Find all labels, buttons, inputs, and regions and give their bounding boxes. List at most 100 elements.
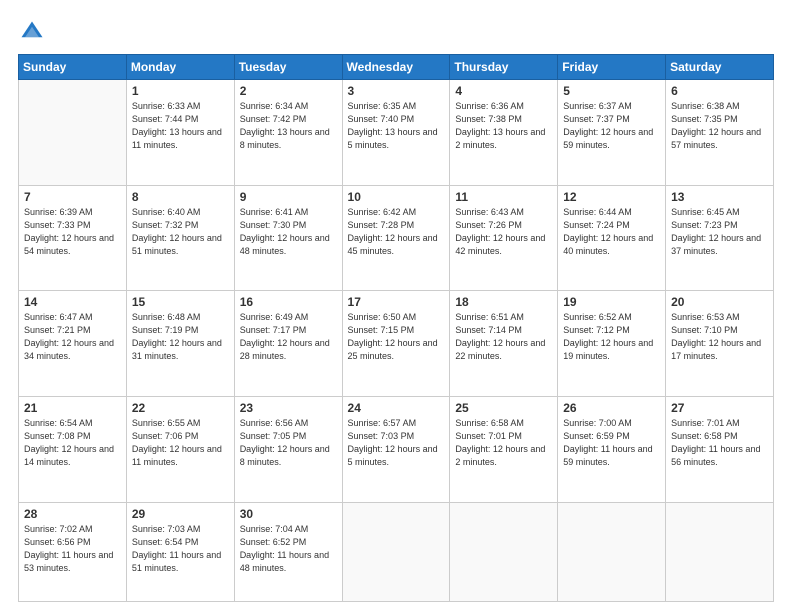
- day-number: 15: [132, 295, 229, 309]
- day-number: 21: [24, 401, 121, 415]
- day-number: 22: [132, 401, 229, 415]
- calendar-cell: 13Sunrise: 6:45 AMSunset: 7:23 PMDayligh…: [666, 185, 774, 291]
- day-info: Sunrise: 6:47 AMSunset: 7:21 PMDaylight:…: [24, 311, 121, 363]
- calendar-cell: 1 Sunrise: 6:33 AMSunset: 7:44 PMDaylight…: [126, 80, 234, 186]
- day-info: Sunrise: 6:56 AMSunset: 7:05 PMDaylight:…: [240, 417, 337, 469]
- calendar-cell: 18Sunrise: 6:51 AMSunset: 7:14 PMDayligh…: [450, 291, 558, 397]
- calendar-cell: 25 Sunrise: 6:58 AMSunset: 7:01 PMDayligh…: [450, 396, 558, 502]
- day-info: Sunrise: 6:49 AMSunset: 7:17 PMDaylight:…: [240, 311, 337, 363]
- weekday-header-sunday: Sunday: [19, 55, 127, 80]
- week-row-2: 7Sunrise: 6:39 AMSunset: 7:33 PMDaylight…: [19, 185, 774, 291]
- day-info: Sunrise: 6:48 AMSunset: 7:19 PMDaylight:…: [132, 311, 229, 363]
- day-number: 29: [132, 507, 229, 521]
- calendar-cell: 20 Sunrise: 6:53 AMSunset: 7:10 PMDayligh…: [666, 291, 774, 397]
- calendar-cell: 29Sunrise: 7:03 AMSunset: 6:54 PMDayligh…: [126, 502, 234, 602]
- calendar-cell: 5 Sunrise: 6:37 AMSunset: 7:37 PMDaylight…: [558, 80, 666, 186]
- calendar-cell: 3 Sunrise: 6:35 AMSunset: 7:40 PMDaylight…: [342, 80, 450, 186]
- day-info: Sunrise: 6:57 AMSunset: 7:03 PMDaylight:…: [348, 417, 445, 469]
- day-number: 30: [240, 507, 337, 521]
- day-info: Sunrise: 6:36 AMSunset: 7:38 PMDaylight:…: [455, 100, 552, 152]
- day-number: 27: [671, 401, 768, 415]
- day-info: Sunrise: 6:33 AMSunset: 7:44 PMDaylight:…: [132, 100, 229, 152]
- week-row-1: 1 Sunrise: 6:33 AMSunset: 7:44 PMDaylight…: [19, 80, 774, 186]
- calendar-cell: 26 Sunrise: 7:00 AMSunset: 6:59 PMDayligh…: [558, 396, 666, 502]
- day-number: 24: [348, 401, 445, 415]
- calendar-cell: [558, 502, 666, 602]
- day-number: 3: [348, 84, 445, 98]
- calendar-cell: 21 Sunrise: 6:54 AMSunset: 7:08 PMDayligh…: [19, 396, 127, 502]
- calendar-cell: 4 Sunrise: 6:36 AMSunset: 7:38 PMDaylight…: [450, 80, 558, 186]
- day-info: Sunrise: 6:50 AMSunset: 7:15 PMDaylight:…: [348, 311, 445, 363]
- day-number: 19: [563, 295, 660, 309]
- calendar-cell: 11Sunrise: 6:43 AMSunset: 7:26 PMDayligh…: [450, 185, 558, 291]
- day-info: Sunrise: 6:54 AMSunset: 7:08 PMDaylight:…: [24, 417, 121, 469]
- day-number: 2: [240, 84, 337, 98]
- day-number: 13: [671, 190, 768, 204]
- calendar: SundayMondayTuesdayWednesdayThursdayFrid…: [18, 54, 774, 602]
- day-number: 26: [563, 401, 660, 415]
- day-number: 17: [348, 295, 445, 309]
- calendar-cell: 15 Sunrise: 6:48 AMSunset: 7:19 PMDayligh…: [126, 291, 234, 397]
- calendar-cell: 22Sunrise: 6:55 AMSunset: 7:06 PMDayligh…: [126, 396, 234, 502]
- day-number: 20: [671, 295, 768, 309]
- day-number: 8: [132, 190, 229, 204]
- weekday-header-saturday: Saturday: [666, 55, 774, 80]
- day-info: Sunrise: 6:58 AMSunset: 7:01 PMDaylight:…: [455, 417, 552, 469]
- day-info: Sunrise: 7:00 AMSunset: 6:59 PMDaylight:…: [563, 417, 660, 469]
- day-info: Sunrise: 6:42 AMSunset: 7:28 PMDaylight:…: [348, 206, 445, 258]
- day-number: 9: [240, 190, 337, 204]
- weekday-header-monday: Monday: [126, 55, 234, 80]
- weekday-header-row: SundayMondayTuesdayWednesdayThursdayFrid…: [19, 55, 774, 80]
- day-info: Sunrise: 6:38 AMSunset: 7:35 PMDaylight:…: [671, 100, 768, 152]
- calendar-cell: 2 Sunrise: 6:34 AMSunset: 7:42 PMDaylight…: [234, 80, 342, 186]
- header: [18, 18, 774, 46]
- calendar-cell: [666, 502, 774, 602]
- weekday-header-tuesday: Tuesday: [234, 55, 342, 80]
- day-info: Sunrise: 6:37 AMSunset: 7:37 PMDaylight:…: [563, 100, 660, 152]
- day-info: Sunrise: 7:04 AMSunset: 6:52 PMDaylight:…: [240, 523, 337, 575]
- day-info: Sunrise: 6:41 AMSunset: 7:30 PMDaylight:…: [240, 206, 337, 258]
- weekday-header-friday: Friday: [558, 55, 666, 80]
- day-info: Sunrise: 6:35 AMSunset: 7:40 PMDaylight:…: [348, 100, 445, 152]
- day-info: Sunrise: 7:02 AMSunset: 6:56 PMDaylight:…: [24, 523, 121, 575]
- day-number: 16: [240, 295, 337, 309]
- day-number: 25: [455, 401, 552, 415]
- day-info: Sunrise: 6:34 AMSunset: 7:42 PMDaylight:…: [240, 100, 337, 152]
- calendar-cell: 10 Sunrise: 6:42 AMSunset: 7:28 PMDayligh…: [342, 185, 450, 291]
- weekday-header-thursday: Thursday: [450, 55, 558, 80]
- day-info: Sunrise: 6:52 AMSunset: 7:12 PMDaylight:…: [563, 311, 660, 363]
- day-number: 23: [240, 401, 337, 415]
- week-row-3: 14Sunrise: 6:47 AMSunset: 7:21 PMDayligh…: [19, 291, 774, 397]
- page: SundayMondayTuesdayWednesdayThursdayFrid…: [0, 0, 792, 612]
- calendar-cell: [342, 502, 450, 602]
- weekday-header-wednesday: Wednesday: [342, 55, 450, 80]
- calendar-cell: 12 Sunrise: 6:44 AMSunset: 7:24 PMDayligh…: [558, 185, 666, 291]
- day-number: 5: [563, 84, 660, 98]
- calendar-cell: 8Sunrise: 6:40 AMSunset: 7:32 PMDaylight…: [126, 185, 234, 291]
- day-number: 18: [455, 295, 552, 309]
- calendar-cell: [19, 80, 127, 186]
- day-number: 1: [132, 84, 229, 98]
- week-row-5: 28 Sunrise: 7:02 AMSunset: 6:56 PMDayligh…: [19, 502, 774, 602]
- calendar-cell: 28 Sunrise: 7:02 AMSunset: 6:56 PMDayligh…: [19, 502, 127, 602]
- calendar-cell: 16 Sunrise: 6:49 AMSunset: 7:17 PMDayligh…: [234, 291, 342, 397]
- calendar-cell: 23 Sunrise: 6:56 AMSunset: 7:05 PMDayligh…: [234, 396, 342, 502]
- day-number: 11: [455, 190, 552, 204]
- calendar-cell: 27 Sunrise: 7:01 AMSunset: 6:58 PMDayligh…: [666, 396, 774, 502]
- day-number: 12: [563, 190, 660, 204]
- calendar-cell: 19 Sunrise: 6:52 AMSunset: 7:12 PMDayligh…: [558, 291, 666, 397]
- calendar-cell: 24 Sunrise: 6:57 AMSunset: 7:03 PMDayligh…: [342, 396, 450, 502]
- week-row-4: 21 Sunrise: 6:54 AMSunset: 7:08 PMDayligh…: [19, 396, 774, 502]
- day-info: Sunrise: 6:39 AMSunset: 7:33 PMDaylight:…: [24, 206, 121, 258]
- day-info: Sunrise: 6:53 AMSunset: 7:10 PMDaylight:…: [671, 311, 768, 363]
- day-number: 4: [455, 84, 552, 98]
- logo-icon: [18, 18, 46, 46]
- calendar-cell: 17 Sunrise: 6:50 AMSunset: 7:15 PMDayligh…: [342, 291, 450, 397]
- day-info: Sunrise: 7:01 AMSunset: 6:58 PMDaylight:…: [671, 417, 768, 469]
- day-number: 10: [348, 190, 445, 204]
- logo: [18, 18, 50, 46]
- calendar-cell: 30 Sunrise: 7:04 AMSunset: 6:52 PMDayligh…: [234, 502, 342, 602]
- calendar-cell: 6Sunrise: 6:38 AMSunset: 7:35 PMDaylight…: [666, 80, 774, 186]
- day-info: Sunrise: 6:44 AMSunset: 7:24 PMDaylight:…: [563, 206, 660, 258]
- day-number: 28: [24, 507, 121, 521]
